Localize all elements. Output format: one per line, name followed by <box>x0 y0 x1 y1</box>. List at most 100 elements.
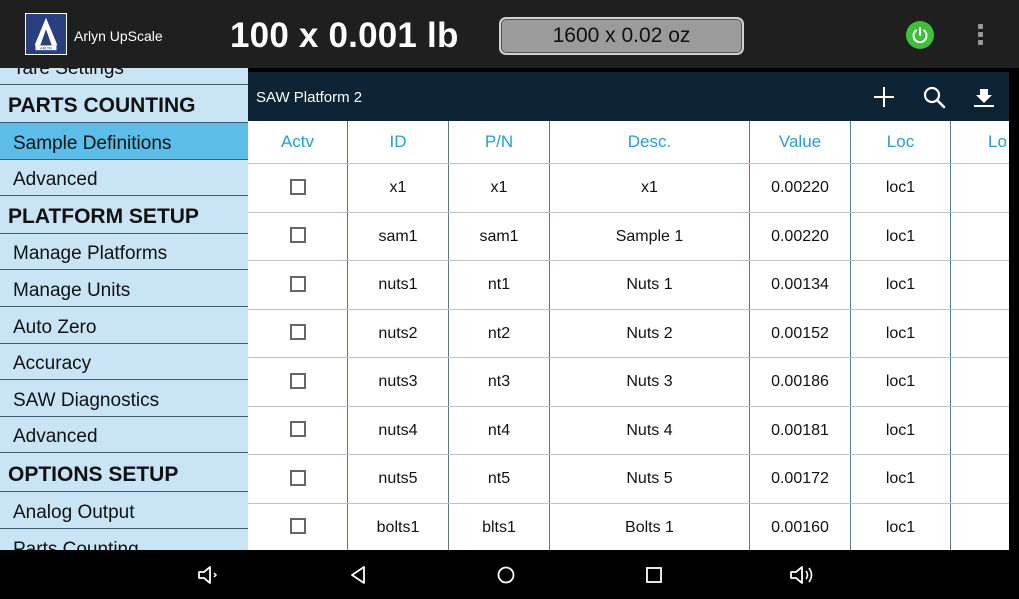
value-cell: 0.00172 <box>750 455 851 503</box>
active-cell <box>248 358 348 406</box>
value-cell: 0.00181 <box>750 406 851 455</box>
back-icon[interactable] <box>346 562 372 588</box>
table-row[interactable]: nuts5 nt5 Nuts 5 0.00172 loc1 <box>248 454 1009 503</box>
home-icon[interactable] <box>493 562 519 588</box>
active-checkbox[interactable] <box>289 372 306 389</box>
sidebar-item-advanced[interactable]: Advanced <box>0 417 248 453</box>
active-cell <box>248 503 348 550</box>
part-number-cell: nt4 <box>449 406 550 455</box>
column-header-id[interactable]: ID <box>348 121 449 163</box>
sidebar-label: Parts Counting <box>13 539 139 550</box>
sidebar-item-advanced[interactable]: Advanced <box>0 160 248 196</box>
location-cell: loc1 <box>851 358 951 406</box>
sidebar-label: Advanced <box>13 169 98 190</box>
power-icon <box>912 27 928 44</box>
description-cell: Nuts 1 <box>550 261 750 309</box>
system-navigation-bar <box>0 550 1019 599</box>
location-cell: loc1 <box>851 406 951 455</box>
add-icon[interactable] <box>871 84 897 110</box>
id-cell: nuts4 <box>348 406 449 455</box>
sidebar-item-accuracy[interactable]: Accuracy <box>0 344 248 380</box>
sidebar-label: Analog Output <box>13 502 135 523</box>
table-row[interactable]: nuts3 nt3 Nuts 3 0.00186 loc1 <box>248 357 1009 406</box>
overflow-dot <box>977 32 983 37</box>
column-header-desc[interactable]: Desc. <box>550 121 750 163</box>
sidebar-label: PARTS COUNTING <box>8 94 196 117</box>
download-icon[interactable] <box>971 84 997 110</box>
id-cell: nuts1 <box>348 261 449 309</box>
sidebar-item-auto-zero[interactable]: Auto Zero <box>0 307 248 344</box>
overflow-dot <box>977 40 983 45</box>
column-header-lo[interactable]: Lo <box>951 121 1009 163</box>
value-cell: 0.00186 <box>750 358 851 406</box>
part-number-cell: nt1 <box>449 261 550 309</box>
sidebar-item-parts-counting[interactable]: Parts Counting <box>0 529 248 550</box>
sidebar-item-manage-units[interactable]: Manage Units <box>0 270 248 307</box>
location-cell: loc1 <box>851 503 951 550</box>
part-number-cell: blts1 <box>449 503 550 550</box>
location-cell: loc1 <box>851 164 951 212</box>
sidebar-label: Auto Zero <box>13 317 97 338</box>
description-cell: Nuts 3 <box>550 358 750 406</box>
description-cell: Sample 1 <box>550 212 750 261</box>
active-cell <box>248 212 348 261</box>
description-cell: Nuts 2 <box>550 309 750 358</box>
sidebar-item-tare-settings[interactable]: Tare Settings <box>0 68 248 85</box>
value-cell: 0.00152 <box>750 309 851 358</box>
active-checkbox[interactable] <box>289 178 306 195</box>
value-cell: 0.00160 <box>750 503 851 550</box>
recents-icon[interactable] <box>641 562 667 588</box>
power-button[interactable] <box>906 21 934 49</box>
lo-cell <box>951 310 1009 358</box>
weight-secondary-readout[interactable]: 1600 x 0.02 oz <box>499 17 744 55</box>
column-header-value[interactable]: Value <box>750 121 851 163</box>
sidebar-label: PLATFORM SETUP <box>8 205 199 228</box>
lo-cell <box>951 164 1009 212</box>
active-checkbox[interactable] <box>289 421 306 438</box>
active-cell <box>248 455 348 503</box>
column-header-actv[interactable]: Actv <box>248 121 348 163</box>
description-cell: Bolts 1 <box>550 503 750 550</box>
active-checkbox[interactable] <box>289 324 306 341</box>
overflow-dot <box>977 24 983 29</box>
active-checkbox[interactable] <box>289 518 306 535</box>
location-cell: loc1 <box>851 309 951 358</box>
lo-cell <box>951 455 1009 503</box>
location-cell: loc1 <box>851 261 951 309</box>
active-checkbox[interactable] <box>289 469 306 486</box>
table-row[interactable]: nuts2 nt2 Nuts 2 0.00152 loc1 <box>248 308 1009 358</box>
table-row[interactable]: bolts1 blts1 Bolts 1 0.00160 loc1 <box>248 502 1009 550</box>
active-cell <box>248 164 348 212</box>
platform-title: SAW Platform 2 <box>256 89 363 106</box>
table-row[interactable]: x1 x1 x1 0.00220 loc1 <box>248 163 1009 212</box>
sidebar-item-sample-definitions[interactable]: Sample Definitions <box>0 123 248 160</box>
id-cell: nuts3 <box>348 358 449 406</box>
part-number-cell: x1 <box>449 164 550 212</box>
value-cell: 0.00134 <box>750 261 851 309</box>
column-header-loc[interactable]: Loc <box>851 121 951 163</box>
sidebar-section-platform-setup: PLATFORM SETUP <box>0 196 248 234</box>
sample-table-panel: SAW Platform 2 Actv ID P/N Desc. Value L… <box>248 72 1009 550</box>
table-row[interactable]: nuts4 nt4 Nuts 4 0.00181 loc1 <box>248 405 1009 455</box>
table-row[interactable]: nuts1 nt1 Nuts 1 0.00134 loc1 <box>248 260 1009 309</box>
table-row[interactable]: sam1 sam1 Sample 1 0.00220 loc1 <box>248 211 1009 261</box>
id-cell: x1 <box>348 164 449 212</box>
location-cell: loc1 <box>851 455 951 503</box>
overflow-menu-button[interactable] <box>972 24 988 48</box>
settings-sidebar[interactable]: Tare Settings PARTS COUNTING Sample Defini… <box>0 68 248 550</box>
sidebar-item-manage-platforms[interactable]: Manage Platforms <box>0 234 248 270</box>
part-number-cell: nt2 <box>449 309 550 358</box>
lo-cell <box>951 358 1009 406</box>
volume-down-icon[interactable] <box>196 562 222 588</box>
id-cell: sam1 <box>348 212 449 261</box>
sidebar-item-analog-output[interactable]: Analog Output <box>0 492 248 529</box>
sidebar-item-saw-diagnostics[interactable]: SAW Diagnostics <box>0 380 248 417</box>
search-icon[interactable] <box>921 84 947 110</box>
lo-cell <box>951 261 1009 309</box>
active-checkbox[interactable] <box>289 275 306 292</box>
active-checkbox[interactable] <box>289 227 306 244</box>
location-cell: loc1 <box>851 212 951 261</box>
sidebar-label: SAW Diagnostics <box>13 390 160 411</box>
volume-up-icon[interactable] <box>789 562 815 588</box>
column-header-pn[interactable]: P/N <box>449 121 550 163</box>
